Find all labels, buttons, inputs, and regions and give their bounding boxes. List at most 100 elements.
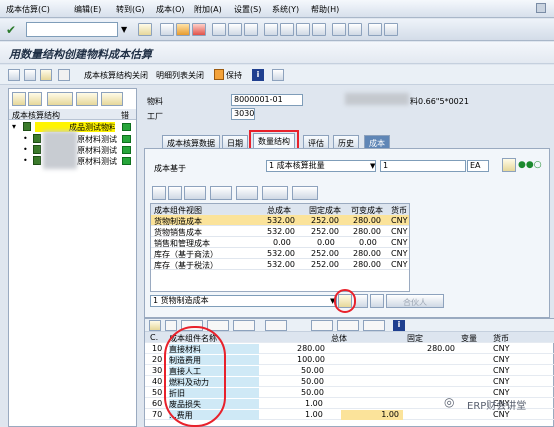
cancel-icon[interactable] xyxy=(192,23,206,36)
subtotal-icon[interactable] xyxy=(233,320,255,331)
grid-layout-icon[interactable] xyxy=(292,186,318,200)
find-next-icon[interactable] xyxy=(244,23,258,36)
menu-edit[interactable]: 编辑(E) xyxy=(74,4,101,15)
cell: 252.00 xyxy=(311,249,339,258)
tab-history[interactable]: 历史 xyxy=(333,135,359,148)
sort-asc-icon[interactable] xyxy=(165,320,177,331)
menu-settings[interactable]: 设置(S) xyxy=(234,4,261,15)
menu-bar: 成本估算(C) 编辑(E) 转到(G) 成本(O) 附加(A) 设置(S) 系统… xyxy=(0,0,554,18)
help-icon[interactable] xyxy=(368,23,382,36)
grid-sort-asc-icon[interactable] xyxy=(168,186,182,200)
cell: CNY xyxy=(391,260,408,269)
menu-goto[interactable]: 转到(G) xyxy=(116,4,144,15)
cell: CNY xyxy=(391,227,408,236)
costs-icon[interactable] xyxy=(58,69,70,81)
info-icon[interactable]: i xyxy=(393,320,405,331)
tab-valuation[interactable]: 评估 xyxy=(303,135,329,148)
export-icon[interactable] xyxy=(311,320,333,331)
grid-details-icon[interactable] xyxy=(152,186,166,200)
cell: 280.00 xyxy=(427,344,455,353)
shortcut-icon[interactable] xyxy=(348,23,362,36)
cell: 1.00 xyxy=(305,410,323,419)
material-field[interactable]: 8000001-01 xyxy=(231,94,303,106)
costing-structure-pane: 成本核算结构 错 ▾ 成品测试物料0 • 原材料测试 • 原材料测试 • 原材料… xyxy=(8,88,137,427)
basis-select[interactable]: 1 成本核算批量 xyxy=(266,160,376,172)
material-icon xyxy=(33,145,41,154)
table-row[interactable]: 库存（基于税法） 532.00 252.00 280.00 CNY xyxy=(151,259,409,270)
basis-label: 成本基于 xyxy=(154,164,186,173)
window-menu-icon[interactable] xyxy=(536,3,546,13)
new-session-icon[interactable] xyxy=(332,23,346,36)
prev-page-icon[interactable] xyxy=(280,23,294,36)
info-icon[interactable]: i xyxy=(252,69,264,81)
menu-help[interactable]: 帮助(H) xyxy=(311,4,339,15)
menu-system[interactable]: 系统(Y) xyxy=(272,4,299,15)
grid-print-icon[interactable] xyxy=(236,186,258,200)
last-page-icon[interactable] xyxy=(312,23,326,36)
table-row[interactable]: 销售和管理成本 0.00 0.00 0.00 CNY xyxy=(151,237,409,248)
close-list-button[interactable]: 明细列表关闭 xyxy=(156,70,204,81)
graphic-icon[interactable] xyxy=(363,320,385,331)
status-ok-icon xyxy=(122,146,131,154)
cell: 280.00 xyxy=(353,260,381,269)
view-table-icon[interactable] xyxy=(354,294,368,308)
tab-dates[interactable]: 日期 xyxy=(222,135,248,148)
menu-costs[interactable]: 成本(O) xyxy=(156,4,185,15)
unit-field[interactable]: EA xyxy=(467,160,489,172)
expand-icon[interactable] xyxy=(12,92,26,106)
grid-export-icon[interactable] xyxy=(262,186,288,200)
table-row[interactable]: 货物销售成本 532.00 252.00 280.00 CNY xyxy=(151,226,409,237)
table-row[interactable]: 库存（基于商法） 532.00 252.00 280.00 CNY xyxy=(151,248,409,259)
cell: 280.00 xyxy=(353,227,381,236)
grid-filter-icon[interactable] xyxy=(184,186,206,200)
tab-costs[interactable]: 成本 xyxy=(364,135,390,148)
cell: 280.00 xyxy=(353,249,381,258)
cell: CNY xyxy=(493,388,510,397)
collapse-icon[interactable] xyxy=(28,92,42,106)
tree-header: 成本核算结构 错 xyxy=(9,109,136,120)
back-icon[interactable] xyxy=(160,23,174,36)
exit-icon[interactable] xyxy=(176,23,190,36)
layout-tree-icon[interactable] xyxy=(101,92,123,106)
other-estimate-icon[interactable] xyxy=(40,69,52,81)
menu-cost-estimate[interactable]: 成本估算(C) xyxy=(6,4,50,15)
keep-button[interactable]: 保持 xyxy=(226,70,242,81)
status-ok-icon xyxy=(122,135,131,143)
table-row[interactable]: 货物制造成本 532.00 252.00 280.00 CNY xyxy=(151,215,409,226)
partner-button[interactable]: 合伙人 xyxy=(386,294,444,308)
plant-field[interactable]: 3030 xyxy=(231,108,255,120)
command-field[interactable] xyxy=(26,22,118,37)
command-dropdown-icon[interactable]: ▼ xyxy=(121,25,127,34)
plant-label: 工厂 xyxy=(147,112,163,121)
material-icon xyxy=(23,122,31,131)
grid-sum-icon[interactable] xyxy=(210,186,232,200)
print-tree-icon[interactable] xyxy=(47,92,73,106)
enter-check-icon[interactable]: ✔ xyxy=(6,23,16,37)
layout-icon[interactable] xyxy=(337,320,359,331)
details-icon[interactable] xyxy=(149,320,161,331)
first-page-icon[interactable] xyxy=(264,23,278,36)
save-icon[interactable] xyxy=(138,23,152,36)
tab-costing-data[interactable]: 成本核算数据 xyxy=(162,135,220,148)
close-structure-button[interactable]: 成本核算结构关闭 xyxy=(84,70,148,81)
next-page-icon[interactable] xyxy=(296,23,310,36)
find-tree-icon[interactable] xyxy=(76,92,98,106)
standard-toolbar: ✔ ▼ xyxy=(0,19,554,41)
quantity-field[interactable]: 1 xyxy=(380,160,466,172)
person-icon[interactable] xyxy=(502,158,516,172)
material-label: 物料 xyxy=(147,97,163,106)
view-chart-icon[interactable] xyxy=(370,294,384,308)
log-icon[interactable] xyxy=(272,69,284,81)
cell: CNY xyxy=(493,366,510,375)
print-icon[interactable] xyxy=(265,320,287,331)
dropdown-arrow-icon[interactable]: ▼ xyxy=(370,162,375,170)
layout-icon[interactable] xyxy=(384,23,398,36)
hierarchy-icon[interactable] xyxy=(24,69,36,81)
menu-extras[interactable]: 附加(A) xyxy=(194,4,222,15)
cost-view-select[interactable]: 1 货物制造成本 xyxy=(150,295,337,307)
find-icon[interactable] xyxy=(228,23,242,36)
display-change-icon[interactable] xyxy=(8,69,20,81)
collapse-node-icon[interactable]: ▾ xyxy=(12,122,16,131)
print-icon[interactable] xyxy=(212,23,226,36)
child-material-label: 原材料测试 xyxy=(77,135,117,144)
